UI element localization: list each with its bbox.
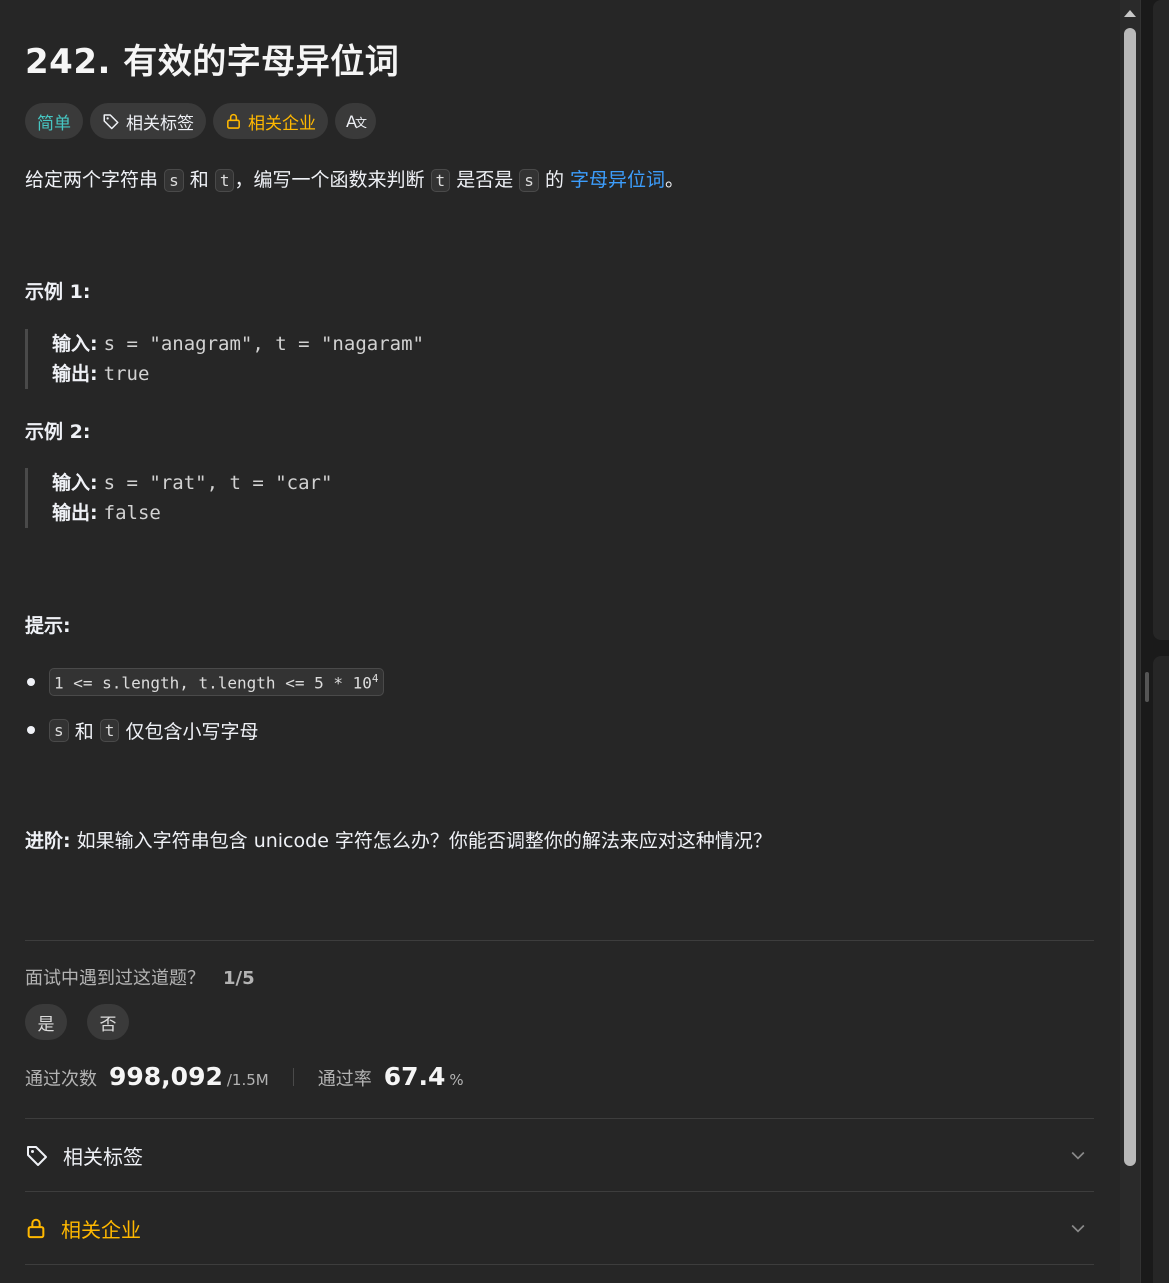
lock-icon xyxy=(27,1218,45,1239)
topics-section-label: 相关标签 xyxy=(63,1144,143,1169)
code-t: t xyxy=(214,169,235,192)
difficulty-badge[interactable]: 简单 xyxy=(25,103,83,139)
example-2-output: false xyxy=(103,502,161,524)
submission-count: /1.5M xyxy=(226,1071,269,1089)
tag-icon xyxy=(27,1146,47,1166)
tag-icon xyxy=(103,114,119,130)
anagram-link[interactable]: 字母异位词 xyxy=(570,169,665,191)
example-1-output: true xyxy=(103,363,150,385)
hints-heading: 提示: xyxy=(25,615,71,637)
acceptance-rate: 67.4 xyxy=(383,1062,446,1091)
example-1-heading: 示例 1: xyxy=(25,281,91,303)
interview-answer-buttons: 是 否 xyxy=(25,1004,129,1040)
yes-button[interactable]: 是 xyxy=(25,1004,67,1040)
interview-question: 面试中遇到过这道题？ 1/5 xyxy=(25,968,255,989)
resize-handle[interactable] xyxy=(1145,672,1149,702)
chevron-down-icon xyxy=(1071,1151,1085,1160)
example-1-input: s = "anagram", t = "nagaram" xyxy=(103,333,424,355)
code-s: s xyxy=(519,169,539,192)
companies-tag-label: 相关企业 xyxy=(248,113,316,134)
topics-section[interactable]: 相关标签 xyxy=(25,1119,1094,1191)
example-2-heading: 示例 2: xyxy=(25,421,91,443)
topics-tag-label: 相关标签 xyxy=(126,113,194,134)
divider xyxy=(25,1264,1094,1265)
example-2-block: 输入: s = "rat", t = "car" 输出: false xyxy=(25,468,725,528)
code-s: s xyxy=(164,169,184,192)
companies-section[interactable]: 相关企业 xyxy=(25,1192,1094,1264)
problem-statement: 给定两个字符串 s 和 t ，编写一个函数来判断 t 是否是 s 的 字母异位词。 xyxy=(25,169,685,192)
translate-button[interactable]: A文 xyxy=(335,103,376,139)
list-item: s 和 t 仅包含小写字母 xyxy=(25,712,384,748)
interview-count: 1/5 xyxy=(223,968,255,989)
example-1-block: 输入: s = "anagram", t = "nagaram" 输出: tru… xyxy=(25,329,725,389)
chevron-down-icon xyxy=(1071,1224,1085,1233)
editor-panel-edge xyxy=(1153,0,1169,640)
constraint-length: 1 <= s.length, t.length <= 5 * 104 xyxy=(49,667,384,697)
companies-tag-button[interactable]: 相关企业 xyxy=(213,103,328,139)
stats-bar: 通过次数 998,092 /1.5M 通过率 67.4 % xyxy=(25,1062,464,1091)
divider xyxy=(292,1067,294,1086)
accepted-count: 998,092 xyxy=(109,1062,223,1091)
problem-title: 242. 有效的字母异位词 xyxy=(25,42,400,82)
translate-icon: A文 xyxy=(346,111,367,131)
tag-bar: 简单 相关标签 相关企业 A文 xyxy=(25,103,376,139)
lock-icon xyxy=(227,113,240,129)
list-item: 1 <= s.length, t.length <= 5 * 104 xyxy=(25,664,384,700)
problem-page: 242. 有效的字母异位词 简单 相关标签 相关企业 A文 给定两个字符串 s … xyxy=(0,0,1169,1283)
code-t: t xyxy=(430,169,451,192)
scrollbar-thumb[interactable] xyxy=(1124,28,1136,1166)
divider xyxy=(25,940,1094,941)
follow-up: 进阶: 如果输入字符串包含 unicode 字符怎么办？你能否调整你的解法来应对… xyxy=(25,830,772,852)
constraints-list: 1 <= s.length, t.length <= 5 * 104 s 和 t… xyxy=(25,664,384,760)
topics-tag-button[interactable]: 相关标签 xyxy=(90,103,206,139)
scroll-up-arrow-icon[interactable] xyxy=(1121,4,1139,22)
console-panel-edge xyxy=(1153,656,1169,1283)
difficulty-label: 简单 xyxy=(37,113,71,134)
no-button[interactable]: 否 xyxy=(87,1004,129,1040)
companies-section-label: 相关企业 xyxy=(61,1217,141,1242)
example-2-input: s = "rat", t = "car" xyxy=(103,472,333,494)
